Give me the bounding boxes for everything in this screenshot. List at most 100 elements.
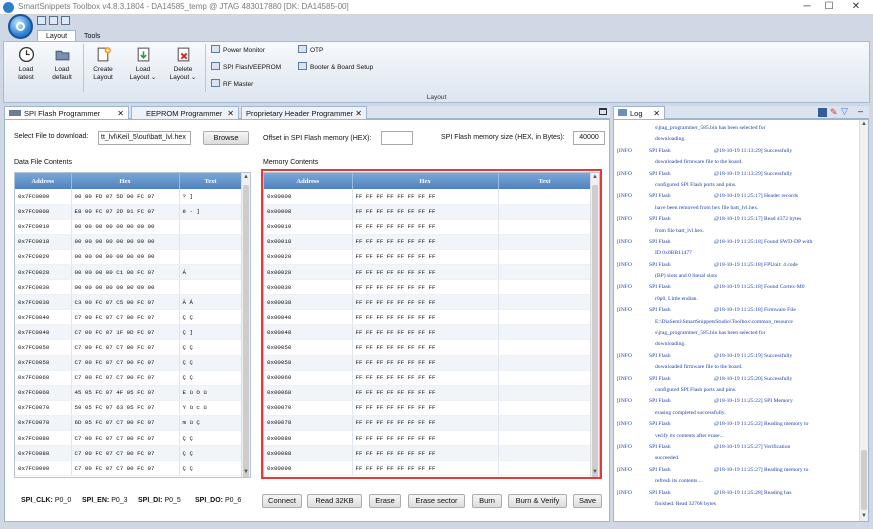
power-monitor-button[interactable]: Power Monitor <box>211 45 265 57</box>
erase-sector-button[interactable]: Erase sector <box>408 494 465 508</box>
table-row[interactable]: 0x00050 FF FF FF FF FF FF FF FF <box>264 339 592 356</box>
clear-log-icon[interactable]: ✎ <box>830 107 838 118</box>
table-row[interactable]: 0x7FC0008 E8 00 FC 07 2D 01 FC 07 è - ] <box>15 204 243 220</box>
table-row[interactable]: 0x7FC0018 00 00 00 00 00 00 00 00 <box>15 234 243 250</box>
settings-icon[interactable] <box>61 16 70 25</box>
table-row[interactable]: 0x00000 FF FF FF FF FF FF FF FF <box>264 189 592 205</box>
tab-eeprom-programmer[interactable]: EEPROM Programmer ✕ <box>131 106 239 119</box>
table-row[interactable]: 0x00030 FF FF FF FF FF FF FF FF <box>264 279 592 296</box>
table-row[interactable]: 0x7FC0070 59 05 FC 07 63 05 FC 07 Y ü c ü <box>15 400 243 416</box>
save-icon[interactable] <box>49 16 58 25</box>
filter-icon[interactable]: ▽ <box>841 106 848 117</box>
spi-flash-icon <box>211 62 220 70</box>
log-continuation: ID 0x0BB11477 <box>655 250 692 257</box>
log-level: [INFO <box>617 261 632 268</box>
burn-verify-button[interactable]: Burn & Verify <box>508 494 567 508</box>
file-path-input[interactable]: tt_lvl\Keil_5\out\batt_lvl.hex <box>98 131 191 145</box>
table-row[interactable]: 0x7FC0088 C7 00 FC 07 C7 00 FC 07 Ç Ç <box>15 445 243 462</box>
close-button[interactable]: ✕ <box>839 0 873 15</box>
table-row[interactable]: 0x00070 FF FF FF FF FF FF FF FF <box>264 400 592 416</box>
data-file-grid[interactable]: Address Hex Text 0x7FC0000 00 80 FD 07 5D 0… <box>14 172 251 478</box>
text-cell: Ç Ç <box>179 339 243 356</box>
table-row[interactable]: 0x7FC0030 00 00 00 00 00 00 00 00 <box>15 279 243 296</box>
delete-layout-button[interactable]: Delete Layout ⌄ <box>165 45 201 95</box>
memory-size-input[interactable]: 40000 <box>573 131 605 145</box>
table-row[interactable]: 0x00080 FF FF FF FF FF FF FF FF <box>264 430 592 447</box>
table-row[interactable]: 0x00008 FF FF FF FF FF FF FF FF <box>264 204 592 220</box>
minimize-panel-icon[interactable]: – <box>858 106 863 116</box>
rf-master-button[interactable]: RF Master <box>211 79 253 91</box>
col-text[interactable]: Text <box>179 173 243 189</box>
load-layout-button[interactable]: Load Layout ⌄ <box>125 45 161 95</box>
spi-flash-eeprom-button[interactable]: SPI Flash/EEPROM <box>211 62 281 74</box>
table-row[interactable]: 0x7FC0090 C7 00 FC 07 C7 00 FC 07 Ç Ç <box>15 460 243 477</box>
tab-log[interactable]: Log ✕ <box>613 106 665 119</box>
hex-cell: C7 00 FC 07 C7 00 FC 07 <box>71 370 180 386</box>
erase-button[interactable]: Erase <box>369 494 401 508</box>
log-continuation: configured SPI Flash ports and pins. <box>655 386 737 393</box>
col-address[interactable]: Address <box>264 173 353 189</box>
ribbon-tab-layout[interactable]: Layout <box>37 30 77 41</box>
table-row[interactable]: 0x00040 FF FF FF FF FF FF FF FF <box>264 309 592 326</box>
table-row[interactable]: 0x7FC0020 00 00 00 00 00 00 00 00 <box>15 249 243 265</box>
log-scrollbar[interactable]: ▲ ▼ <box>859 120 868 521</box>
log-entry: [INFO SPI Flash @18-10-19 11:25:27] Verifi… <box>617 442 857 453</box>
table-row[interactable]: 0x7FC0040 C7 00 FC 07 C7 00 FC 07 Ç Ç <box>15 309 243 326</box>
table-row[interactable]: 0x7FC0060 C7 00 FC 07 C7 00 FC 07 Ç Ç <box>15 370 243 386</box>
log-level: [INFO <box>617 421 632 428</box>
window-title: SmartSnippets Toolbox v4.8.3.1804 - DA14… <box>18 2 349 11</box>
tab-spi-flash-programmer[interactable]: SPI Flash Programmer ✕ <box>4 106 129 119</box>
table-row[interactable]: 0x00060 FF FF FF FF FF FF FF FF <box>264 370 592 386</box>
table-row[interactable]: 0x00068 FF FF FF FF FF FF FF FF <box>264 385 592 401</box>
table-row[interactable]: 0x00090 FF FF FF FF FF FF FF FF <box>264 460 592 477</box>
log-level: [INFO <box>617 375 632 382</box>
booter-board-setup-button[interactable]: Booter & Board Setup <box>298 62 373 74</box>
table-row[interactable]: 0x7FC0048 C7 00 FC 07 1F 0D FC 07 Ç ] <box>15 324 243 341</box>
memory-grid-scrollbar[interactable]: ▲ ▼ <box>590 173 599 477</box>
table-row[interactable]: 0x00048 FF FF FF FF FF FF FF FF <box>264 324 592 341</box>
load-latest-button[interactable]: Load latest <box>8 45 44 95</box>
table-row[interactable]: 0x7FC0080 C7 00 FC 07 C7 00 FC 07 Ç Ç <box>15 430 243 447</box>
log-entry: [INFO SPI Flash @18-10-19 11:25:18] Found … <box>617 282 857 293</box>
table-row[interactable]: 0x7FC0068 45 05 FC 07 4F 05 FC 07 E ü O ü <box>15 385 243 401</box>
hex-cell: FF FF FF FF FF FF FF FF <box>352 279 499 296</box>
col-address[interactable]: Address <box>15 173 72 189</box>
table-row[interactable]: 0x00020 FF FF FF FF FF FF FF FF <box>264 249 592 265</box>
table-row[interactable]: 0x00078 FF FF FF FF FF FF FF FF <box>264 415 592 432</box>
address-cell: 0x7FC0070 <box>15 400 72 416</box>
otp-button[interactable]: OTP <box>298 45 323 57</box>
col-hex[interactable]: Hex <box>352 173 499 189</box>
load-default-button[interactable]: Load default <box>44 45 80 95</box>
read-32kb-button[interactable]: Read 32KB <box>307 494 362 508</box>
table-row[interactable]: 0x00088 FF FF FF FF FF FF FF FF <box>264 445 592 462</box>
connect-button[interactable]: Connect <box>262 494 302 508</box>
table-row[interactable]: 0x7FC0050 C7 00 FC 07 C7 00 FC 07 Ç Ç <box>15 339 243 356</box>
app-menu-orb[interactable] <box>8 14 33 39</box>
table-row[interactable]: 0x7FC0010 00 00 00 00 00 00 00 00 <box>15 219 243 235</box>
memory-grid[interactable]: Address Hex Text 0x00000 FF FF FF FF FF FF … <box>263 172 600 478</box>
address-cell: 0x7FC0008 <box>15 204 72 220</box>
table-row[interactable]: 0x00038 FF FF FF FF FF FF FF FF <box>264 294 592 311</box>
open-icon[interactable] <box>37 16 46 25</box>
data-grid-scrollbar[interactable]: ▲ ▼ <box>241 173 250 477</box>
table-row[interactable]: 0x00010 FF FF FF FF FF FF FF FF <box>264 219 592 235</box>
table-row[interactable]: 0x7FC0038 C3 00 FC 07 C5 00 FC 07 Ã Å <box>15 294 243 311</box>
col-hex[interactable]: Hex <box>71 173 180 189</box>
table-row[interactable]: 0x00028 FF FF FF FF FF FF FF FF <box>264 264 592 281</box>
save-button[interactable]: Save <box>573 494 602 508</box>
col-text[interactable]: Text <box>498 173 592 189</box>
table-row[interactable]: 0x7FC0058 C7 00 FC 07 C7 00 FC 07 Ç Ç <box>15 355 243 371</box>
browse-button[interactable]: Browse <box>203 131 249 145</box>
table-row[interactable]: 0x7FC0000 00 80 FD 07 5D 00 FC 07? ] <box>15 189 243 205</box>
table-row[interactable]: 0x7FC0078 6D 05 FC 07 C7 00 FC 07 m ü Ç <box>15 415 243 432</box>
burn-button[interactable]: Burn <box>472 494 502 508</box>
address-cell: 0x00018 <box>264 234 353 250</box>
table-row[interactable]: 0x00018 FF FF FF FF FF FF FF FF <box>264 234 592 250</box>
offset-input[interactable] <box>381 131 413 145</box>
maximize-panel-icon[interactable] <box>599 108 607 115</box>
save-log-icon[interactable] <box>818 108 827 117</box>
table-row[interactable]: 0x00058 FF FF FF FF FF FF FF FF <box>264 355 592 371</box>
table-row[interactable]: 0x7FC0028 00 00 00 00 C1 00 FC 07 Á <box>15 264 243 281</box>
create-layout-button[interactable]: Create Layout <box>85 45 121 95</box>
tab-proprietary-header-programmer[interactable]: Proprietary Header Programmer ✕ <box>241 106 367 119</box>
